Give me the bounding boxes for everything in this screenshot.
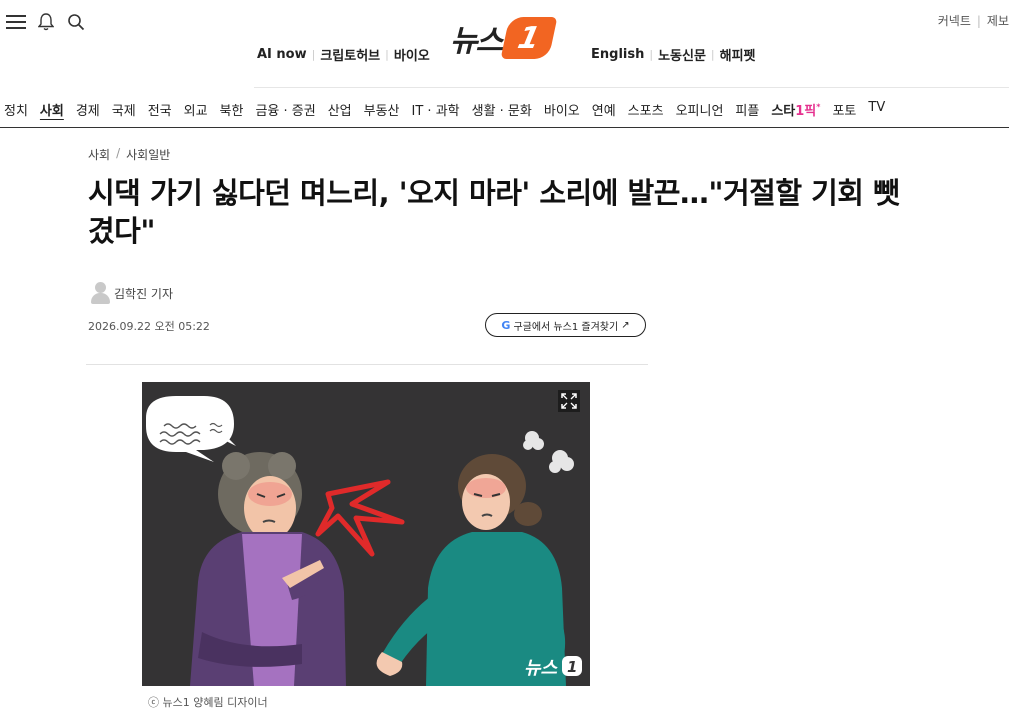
breadcrumb: 사회 / 사회일반 xyxy=(88,146,170,163)
nav-item-real-estate[interactable]: 부동산 xyxy=(358,100,406,119)
argument-illustration: 뉴스 1 xyxy=(146,396,582,686)
divider: | xyxy=(710,48,715,61)
hamburger-menu-icon[interactable] xyxy=(6,12,26,32)
breadcrumb-separator: / xyxy=(116,146,121,160)
header-top-right-links: 커넥트 | 제보 xyxy=(938,12,1009,29)
breadcrumb-section[interactable]: 사회 xyxy=(88,146,110,163)
author-avatar-icon xyxy=(90,282,110,304)
expand-image-icon[interactable] xyxy=(558,390,580,412)
nav-item-diplomacy[interactable]: 외교 xyxy=(178,100,214,119)
nav-item-life-culture[interactable]: 생활 · 문화 xyxy=(466,100,538,119)
link-happy-pet[interactable]: 해피펫 xyxy=(720,45,756,64)
header-links-left: AI now | 크립토허브 | 바이오 xyxy=(257,45,430,64)
search-icon[interactable] xyxy=(66,12,86,32)
divider: | xyxy=(976,13,981,28)
nav-item-sports[interactable]: 스포츠 xyxy=(622,100,670,119)
nav-item-tv[interactable]: TV xyxy=(862,100,891,119)
author-name: 김학진 기자 xyxy=(114,286,174,301)
article-date: 2026.09.22 오전 05:22 xyxy=(88,320,210,333)
photo-watermark-badge: 1 xyxy=(567,658,577,676)
divider: | xyxy=(649,48,654,61)
divider: | xyxy=(311,48,316,61)
connect-link[interactable]: 커넥트 xyxy=(938,12,971,29)
star-label: 스타 xyxy=(771,104,796,119)
nav-item-it-science[interactable]: IT · 과학 xyxy=(406,100,466,119)
nav-item-economy[interactable]: 경제 xyxy=(70,100,106,119)
nav-item-bio[interactable]: 바이오 xyxy=(538,100,586,119)
photo-watermark-text: 뉴스 xyxy=(524,658,559,679)
nav-item-entertainment[interactable]: 연예 xyxy=(586,100,622,119)
site-logo[interactable]: 뉴스 1 xyxy=(450,16,558,60)
report-link[interactable]: 제보 xyxy=(987,12,1009,29)
breadcrumb-subsection[interactable]: 사회일반 xyxy=(126,146,170,163)
nav-item-finance[interactable]: 금융 · 증권 xyxy=(249,100,321,119)
link-english[interactable]: English xyxy=(591,47,644,62)
link-crypto-hub[interactable]: 크립토허브 xyxy=(320,45,380,64)
nav-item-society[interactable]: 사회 xyxy=(34,100,70,119)
nav-item-international[interactable]: 국제 xyxy=(106,100,142,119)
article-headline: 시댁 가기 싫다던 며느리, '오지 마라' 소리에 발끈…"거절할 기회 뺏겼… xyxy=(88,176,900,248)
link-ai-now[interactable]: AI now xyxy=(257,47,307,62)
header-links-right: English | 노동신문 | 해피펫 xyxy=(591,45,756,64)
star-mark: * xyxy=(816,102,821,112)
nav-item-photo[interactable]: 포토 xyxy=(826,100,862,119)
google-favorite-button[interactable]: G 구글에서 뉴스1 즐겨찾기 ↗ xyxy=(485,313,646,337)
nav-divider xyxy=(0,127,1009,128)
article-author[interactable]: 김학진 기자 xyxy=(90,282,173,304)
link-labor-newspaper[interactable]: 노동신문 xyxy=(658,45,706,64)
nav-item-north-korea[interactable]: 북한 xyxy=(214,100,250,119)
nav-item-industry[interactable]: 산업 xyxy=(322,100,358,119)
star-pick-label: 1픽 xyxy=(795,104,817,119)
header-divider xyxy=(254,87,1009,88)
nav-item-politics[interactable]: 정치 xyxy=(4,100,34,119)
logo-badge: 1 xyxy=(500,17,558,59)
nav-item-people[interactable]: 피플 xyxy=(729,100,765,119)
google-g-icon: G xyxy=(501,318,511,332)
article-photo[interactable]: 뉴스 1 xyxy=(142,382,590,686)
nav-item-nationwide[interactable]: 전국 xyxy=(142,100,178,119)
link-bio[interactable]: 바이오 xyxy=(394,45,430,64)
photo-caption: ⓒ 뉴스1 양혜림 디자이너 xyxy=(148,696,268,709)
bell-icon[interactable] xyxy=(36,12,56,32)
header-utility-icons xyxy=(6,12,86,32)
article-divider xyxy=(86,364,648,365)
google-favorite-label: 구글에서 뉴스1 즐겨찾기 xyxy=(513,321,619,333)
divider: | xyxy=(385,48,389,61)
main-navigation: 정치 사회 경제 국제 전국 외교 북한 금융 · 증권 산업 부동산 IT ·… xyxy=(4,100,891,119)
nav-item-star1pick[interactable]: 스타1픽* xyxy=(765,100,826,119)
external-arrow-icon: ↗ xyxy=(621,319,630,331)
nav-item-opinion[interactable]: 오피니언 xyxy=(670,100,730,119)
logo-text: 뉴스 xyxy=(450,24,503,59)
